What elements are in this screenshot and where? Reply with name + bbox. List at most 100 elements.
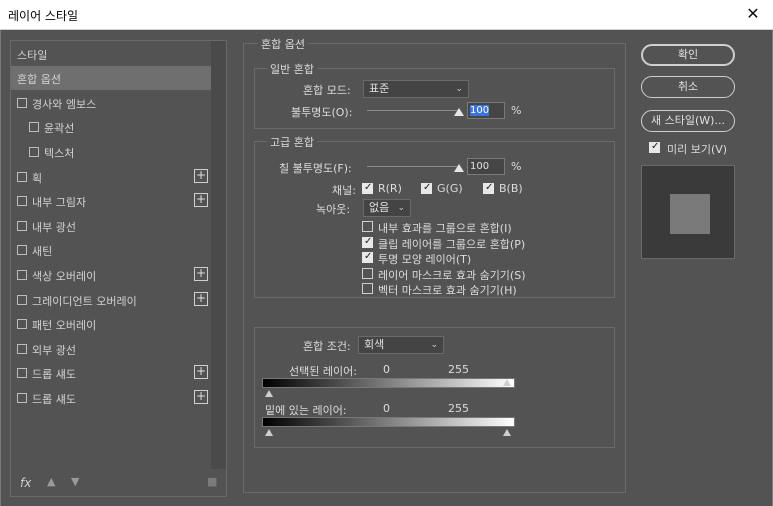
sidebar-item[interactable]: 획 + (11, 165, 211, 189)
underlying-layer-min: 0 (383, 402, 390, 415)
fill-opacity-slider-track[interactable] (367, 166, 459, 167)
cancel-button[interactable]: 취소 (641, 76, 735, 98)
advanced-option-checkbox[interactable] (362, 251, 373, 264)
sidebar-item[interactable]: 색상 오버레이 + (11, 263, 211, 287)
channel-r-checkbox[interactable] (362, 182, 373, 194)
sidebar-item-checkbox[interactable] (17, 97, 27, 108)
sidebar-item-label: 텍스처 (44, 146, 75, 160)
advanced-option-checkbox[interactable] (362, 267, 373, 279)
sidebar-item-checkbox[interactable] (17, 196, 27, 207)
sidebar-item-checkbox[interactable] (29, 146, 39, 157)
sidebar-item[interactable]: 경사와 엠보스 (11, 91, 211, 115)
sidebar-item-checkbox[interactable] (17, 245, 27, 256)
knockout-select[interactable]: 없음 ⌄ (363, 199, 411, 217)
arrow-down-icon[interactable]: ▼ (71, 475, 79, 488)
preview-swatch (670, 194, 710, 234)
preview-label: 미리 보기(V) (667, 143, 728, 156)
sidebar-item-checkbox[interactable] (17, 343, 27, 354)
underlying-layer-black-stop[interactable] (265, 429, 273, 436)
trash-icon[interactable]: ■ (207, 475, 217, 488)
sidebar-item-label: 그레이디언트 오버레이 (32, 294, 137, 308)
sidebar-item[interactable]: 외부 광선 (11, 337, 211, 361)
this-layer-black-stop[interactable] (265, 390, 273, 397)
plus-icon[interactable]: + (194, 389, 208, 404)
sidebar-item[interactable]: 패턴 오버레이 (11, 312, 211, 336)
sidebar-item[interactable]: 내부 그림자 + (11, 189, 211, 213)
sidebar-item-checkbox[interactable] (17, 294, 27, 305)
chevron-down-icon: ⌄ (397, 203, 405, 213)
advanced-blending-title: 고급 혼합 (267, 134, 317, 150)
advanced-option-checkbox[interactable] (362, 283, 373, 295)
sidebar-item-checkbox[interactable] (17, 392, 27, 403)
sidebar-item-checkbox[interactable] (17, 269, 27, 280)
sidebar-item-checkbox[interactable] (17, 171, 27, 182)
chevron-down-icon: ⌄ (455, 84, 463, 94)
blend-if-select[interactable]: 회색 ⌄ (358, 336, 444, 354)
fx-icon[interactable]: fx (20, 476, 31, 490)
sidebar-item[interactable]: 드롭 섀도 + (11, 386, 211, 410)
sidebar-item[interactable]: 그레이디언트 오버레이 + (11, 288, 211, 312)
advanced-option-checkbox[interactable] (362, 221, 373, 232)
advanced-option-label: 벡터 마스크로 효과 숨기기(H) (378, 284, 517, 298)
channels-label: 채널: (332, 184, 356, 197)
sidebar-item-label: 새틴 (32, 245, 53, 259)
sidebar-item-checkbox[interactable] (17, 319, 27, 330)
preview-checkbox[interactable] (649, 141, 660, 153)
window-title: 레이어 스타일 (8, 9, 79, 23)
plus-icon[interactable]: + (194, 193, 208, 208)
plus-icon[interactable]: + (194, 365, 208, 380)
general-blending-title: 일반 혼합 (267, 61, 317, 77)
styles-list-panel: 스타일혼합 옵션경사와 엠보스윤곽선텍스처획 + 내부 그림자 + 내부 광선새틴색상 … (10, 40, 227, 497)
this-layer-gradient (262, 378, 515, 388)
dialog-body: 스타일 혼합 옵션 경사와 엠보스 윤곽선 텍스처 획 + 내부 그림자 + 내부 광선 새틴 색상 … (0, 30, 773, 506)
chevron-down-icon: ⌄ (430, 340, 438, 350)
sidebar-item-label: 스타일 (17, 48, 48, 62)
advanced-option-label: 내부 효과를 그룹으로 혼합(I) (378, 222, 512, 235)
ok-button[interactable]: 확인 (641, 44, 735, 66)
sidebar-item-checkbox[interactable] (17, 368, 27, 379)
opacity-slider-thumb[interactable] (454, 108, 464, 116)
sidebar-item[interactable]: 스타일 (11, 42, 211, 66)
blending-options-group: 혼합 옵션 일반 혼합 혼합 모드: 표준 ⌄ 불투명도(O): 100 % 고… (243, 36, 626, 493)
arrow-up-icon[interactable]: ▲ (47, 475, 55, 488)
blending-options-title: 혼합 옵션 (258, 36, 308, 52)
sidebar-item[interactable]: 내부 광선 (11, 214, 211, 238)
styles-scrollbar[interactable] (211, 41, 226, 469)
underlying-layer-white-stop[interactable] (503, 429, 511, 436)
sidebar-item-label: 외부 광선 (32, 343, 76, 357)
advanced-option-label: 투명 모양 레이어(T) (378, 253, 472, 267)
opacity-slider-track[interactable] (367, 110, 459, 111)
new-style-button[interactable]: 새 스타일(W)... (641, 110, 735, 132)
underlying-layer-max: 255 (448, 402, 469, 415)
blend-if-value: 회색 (364, 338, 385, 351)
sidebar-item[interactable]: 텍스처 (11, 140, 211, 164)
blend-mode-select[interactable]: 표준 ⌄ (363, 80, 469, 98)
advanced-option-checkbox[interactable] (362, 236, 373, 248)
sidebar-item-checkbox[interactable] (29, 122, 39, 133)
this-layer-max: 255 (448, 363, 469, 376)
sidebar-item-checkbox[interactable] (17, 220, 27, 231)
plus-icon[interactable]: + (194, 266, 208, 281)
opacity-input[interactable]: 100 (467, 102, 505, 119)
close-icon[interactable]: ✕ (743, 4, 763, 23)
sidebar-item[interactable]: 드롭 섀도 + (11, 361, 211, 385)
channel-g-checkbox[interactable] (421, 182, 432, 194)
underlying-layer-gradient (262, 417, 515, 427)
opacity-label: 불투명도(O): (291, 106, 353, 119)
sidebar-item[interactable]: 혼합 옵션 (11, 66, 211, 91)
this-layer-white-stop[interactable] (503, 379, 511, 386)
sidebar-item[interactable]: 새틴 (11, 238, 211, 262)
channel-r-label: R(R) (378, 182, 402, 195)
sidebar-item[interactable]: 윤곽선 (11, 115, 211, 139)
plus-icon[interactable]: + (194, 168, 208, 183)
plus-icon[interactable]: + (194, 291, 208, 306)
sidebar-item-label: 내부 광선 (32, 220, 76, 234)
blend-mode-value: 표준 (369, 82, 390, 95)
fill-opacity-input[interactable]: 100 (467, 158, 505, 175)
general-blending-group: 일반 혼합 혼합 모드: 표준 ⌄ 불투명도(O): 100 % (254, 61, 615, 129)
channel-b-checkbox[interactable] (483, 182, 494, 194)
sidebar-item-label: 드롭 섀도 (32, 368, 76, 382)
fill-opacity-slider-thumb[interactable] (454, 164, 464, 172)
channel-b-label: B(B) (499, 182, 523, 195)
sidebar-item-label: 경사와 엠보스 (32, 97, 97, 111)
